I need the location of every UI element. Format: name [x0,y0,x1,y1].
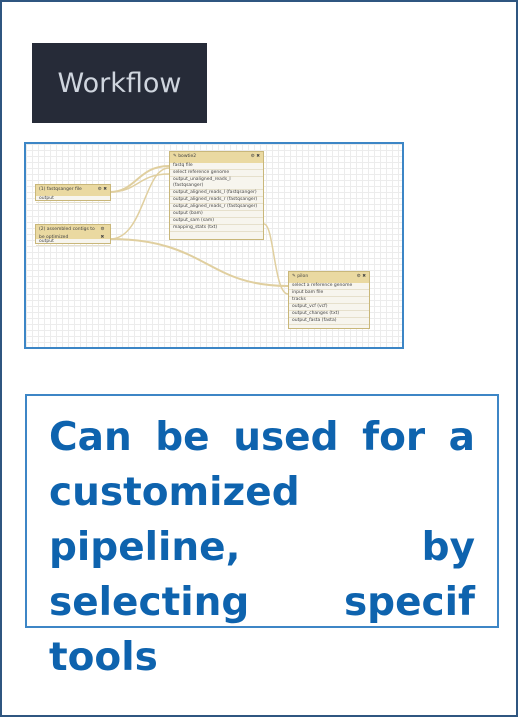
input-node-fastq[interactable]: (1) fastqsanger file ⚙ ✖ output [35,184,111,203]
workflow-canvas[interactable]: (1) fastqsanger file ⚙ ✖ output (2) asse… [24,142,404,349]
input-node-contigs-title: (2) assembled contigs to be optimized [39,227,95,240]
node-row: output_fasta (fasta) [289,318,369,325]
node-row: output_sam (sam) [170,218,263,225]
description-text: Can be used for a customized pipeline, b… [49,415,475,680]
node-row: mapping_stats (txt) [170,225,263,232]
node-options-icon[interactable]: ⚙ ✖ [100,226,107,240]
input-node-fastq-title: (1) fastqsanger file [39,187,82,192]
tool-node-pilon[interactable]: ✎ pilon ⚙ ✖ select a reference genome in… [288,271,370,329]
node-options-icon[interactable]: ⚙ ✖ [251,153,260,162]
node-row: output_changes (txt) [289,311,369,318]
tool-node-bowtie2-title: ✎ bowtie2 [173,154,197,159]
tool-node-bowtie2[interactable]: ✎ bowtie2 ⚙ ✖ fastq file select referenc… [169,151,264,240]
node-options-icon[interactable]: ⚙ ✖ [98,186,107,195]
tool-node-pilon-header: ✎ pilon ⚙ ✖ [289,272,369,283]
input-node-contigs-header: (2) assembled contigs to be optimized ⚙ … [36,225,110,240]
node-row: output_aligned_reads_l (fastqsanger) [170,190,263,197]
node-row: select reference genome [170,170,263,177]
node-row: select a reference genome [289,283,369,290]
input-node-fastq-header: (1) fastqsanger file ⚙ ✖ [36,185,110,196]
description-box: Can be used for a customized pipeline, b… [25,394,499,680]
node-row: output_vcf (vcf) [289,304,369,311]
node-row: fastq file [170,163,263,170]
node-options-icon[interactable]: ⚙ ✖ [357,273,366,282]
connection-1 [109,165,170,193]
input-node-contigs-output: output [36,239,110,246]
node-row: output_aligned_reads_r (fastqsanger) [170,197,263,204]
tool-node-bowtie2-header: ✎ bowtie2 ⚙ ✖ [170,152,263,163]
node-row: output_unaligned_reads_l (fastqsanger) [170,177,263,190]
workflow-header[interactable]: Workflow [32,43,207,123]
input-node-contigs[interactable]: (2) assembled contigs to be optimized ⚙ … [35,224,111,246]
node-row: output_aligned_reads_r (fastqsanger) [170,204,263,211]
node-row: input bam file [289,290,369,297]
node-row: tracks [289,297,369,304]
node-row: output (bam) [170,211,263,218]
tool-node-pilon-title: ✎ pilon [292,274,309,279]
workflow-title: Workflow [57,67,182,99]
connection-5 [263,223,289,295]
connection-4 [109,238,289,287]
input-node-fastq-output: output [36,196,110,203]
